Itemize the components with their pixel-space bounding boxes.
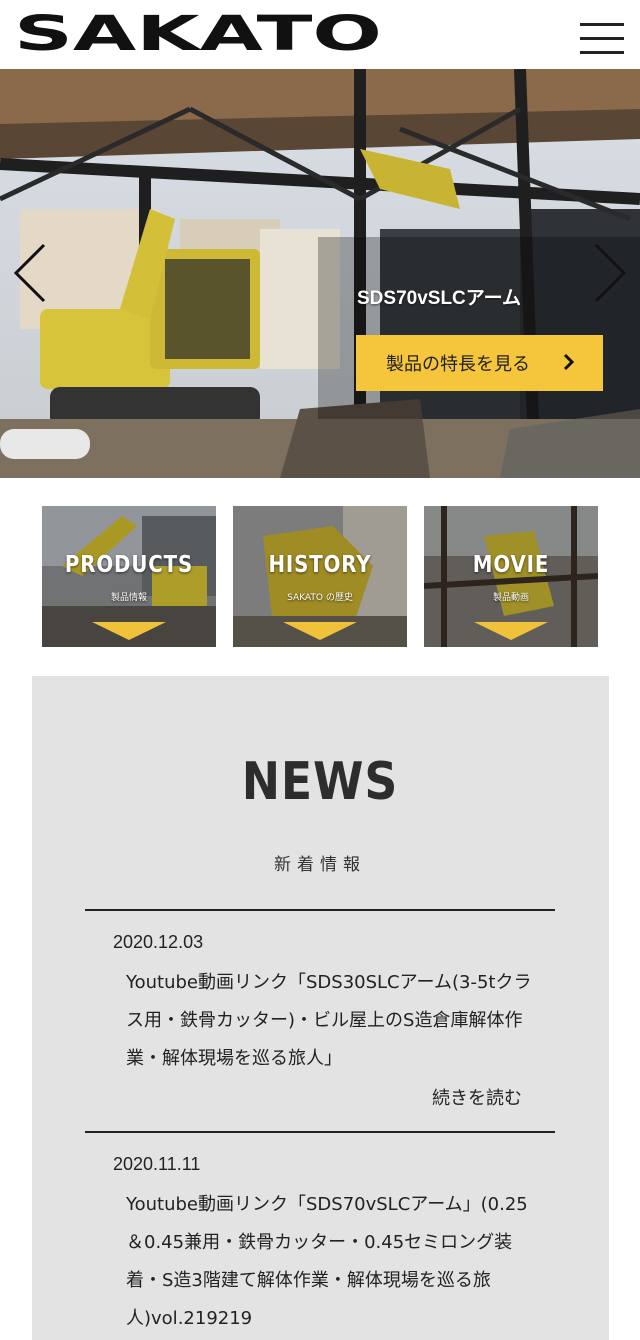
news-divider [85, 909, 555, 911]
news-divider [85, 1131, 555, 1133]
news-link[interactable]: Youtube動画リンク「SDS30SLCアーム(3-5tクラス用・鉄骨カッター… [126, 964, 536, 1078]
view-features-button[interactable]: 製品の特長を見る [356, 335, 603, 391]
hamburger-icon-bar [580, 51, 624, 54]
tile-movie[interactable]: MOVIE 製品動画 [424, 506, 598, 647]
hero-slider: SDS70vSLCアーム 製品の特長を見る [0, 69, 640, 478]
tile-history-title: HISTORY [268, 552, 372, 578]
tile-history[interactable]: HISTORY SAKATO の歴史 [233, 506, 407, 647]
tile-history-subtitle: SAKATO の歴史 [287, 593, 353, 603]
svg-text:SAKATO: SAKATO [14, 12, 382, 54]
tile-products[interactable]: PRODUCTS 製品情報 [42, 506, 216, 647]
hero-image [0, 69, 640, 478]
triangle-down-icon [283, 622, 357, 640]
tile-movie-title: MOVIE [472, 552, 550, 578]
news-date: 2020.11.11 [113, 1154, 201, 1174]
slider-next-button[interactable] [590, 241, 630, 305]
news-date: 2020.12.03 [113, 932, 204, 952]
news-link[interactable]: Youtube動画リンク「SDS70vSLCアーム」(0.25＆0.45兼用・鉄… [126, 1186, 536, 1338]
view-features-label: 製品の特長を見る [386, 354, 530, 375]
hamburger-icon-bar [580, 37, 624, 40]
chevron-right-icon [563, 353, 575, 371]
tile-movie-subtitle: 製品動画 [492, 593, 529, 603]
hamburger-menu-button[interactable] [578, 20, 626, 56]
tile-products-title: PRODUCTS [64, 552, 194, 578]
news-subheading: 新着情報 [274, 855, 366, 875]
read-more-link[interactable]: 続きを読む [432, 1084, 522, 1110]
chevron-right-icon [594, 243, 627, 303]
logo-graphic: SAKATO [14, 12, 382, 54]
tile-products-subtitle: 製品情報 [110, 593, 147, 603]
hero-caption: SDS70vSLCアーム [357, 288, 522, 309]
site-header: SAKATO [0, 0, 640, 69]
hamburger-icon-bar [580, 23, 624, 26]
slider-prev-button[interactable] [10, 241, 50, 305]
news-heading: NEWS [241, 752, 399, 812]
triangle-down-icon [92, 622, 166, 640]
triangle-down-icon [474, 622, 548, 640]
chevron-left-icon [13, 243, 46, 303]
sakato-logo[interactable]: SAKATO [14, 12, 384, 54]
